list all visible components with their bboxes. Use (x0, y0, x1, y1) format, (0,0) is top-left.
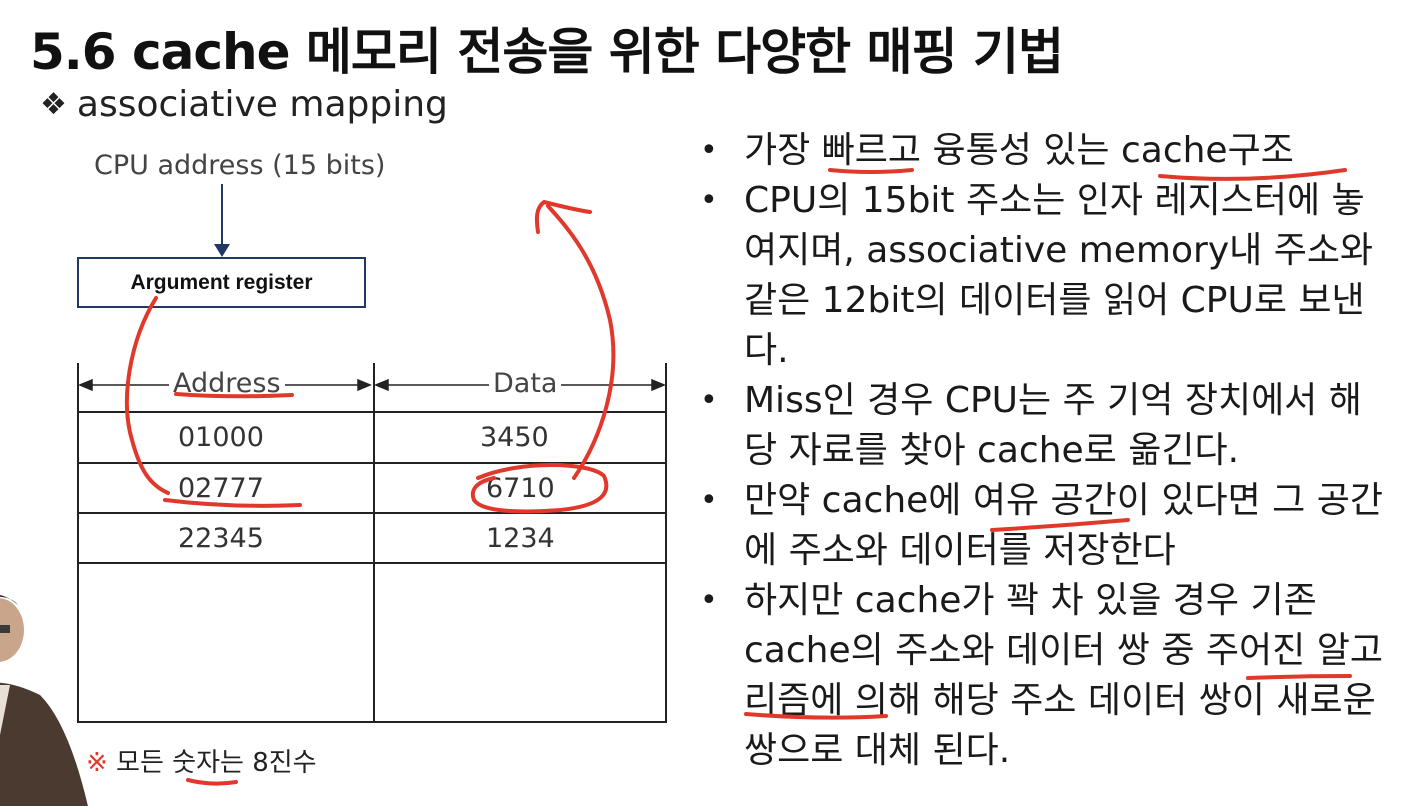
note-text: 모든 숫자는 8진수 (107, 748, 317, 778)
bullet-text: 하지만 cache가 꽉 차 있을 경우 기존 cache의 주소와 데이터 쌍… (744, 580, 1383, 771)
bullet-dot-icon: • (700, 133, 718, 168)
underline-number (186, 778, 238, 786)
bullet-item: • Miss인 경우 CPU는 주 기억 장치에서 해당 자료를 찾아 cache… (690, 376, 1390, 476)
address-cell: 01000 (178, 422, 264, 453)
bullet-text: 가장 빠르고 융통성 있는 cache구조 (744, 130, 1294, 171)
bullet-list: • 가장 빠르고 융통성 있는 cache구조 • CPU의 15bit 주소는 인… (690, 126, 1390, 776)
slide-subtitle: ❖ associative mapping (40, 84, 448, 125)
cpu-address-label: CPU address (15 bits) (94, 150, 386, 181)
subtitle-text: associative mapping (76, 84, 448, 125)
argument-register-box: Argument register (77, 257, 366, 308)
table-column-divider (373, 363, 375, 723)
data-cell: 1234 (486, 523, 555, 554)
bullet-text: CPU의 15bit 주소는 인자 레지스터에 놓여지며, associativ… (744, 180, 1374, 371)
diamond-bullet-icon: ❖ (40, 87, 67, 122)
bullet-item: • 만약 cache에 여유 공간이 있다면 그 공간에 주소와 데이터를 저장한… (690, 476, 1390, 576)
data-cell: 6710 (486, 473, 555, 504)
slide-title: 5.6 cache 메모리 전송을 위한 다양한 매핑 기법 (30, 23, 1064, 81)
table-row-rule (77, 462, 667, 464)
table-header-rule (77, 411, 667, 413)
bullet-item: • CPU의 15bit 주소는 인자 레지스터에 놓여지며, associati… (690, 176, 1390, 376)
down-arrow-icon (214, 244, 230, 257)
lecture-slide: 5.6 cache 메모리 전송을 위한 다양한 매핑 기법 ❖ associat… (0, 0, 1414, 806)
table-bottom-border (77, 721, 667, 723)
data-cell: 3450 (480, 422, 549, 453)
bullet-item: • 하지만 cache가 꽉 차 있을 경우 기존 cache의 주소와 데이터 … (690, 576, 1390, 776)
table-right-border (665, 363, 667, 723)
octal-note: ※ 모든 숫자는 8진수 (86, 742, 317, 779)
data-column-header: Data (489, 368, 562, 399)
argument-register-label: Argument register (130, 270, 313, 294)
arrow-head-stroke (534, 200, 592, 234)
address-cell: 02777 (178, 473, 264, 504)
bullet-dot-icon: • (700, 383, 718, 418)
table-row-rule (77, 512, 667, 514)
bullet-dot-icon: • (700, 583, 718, 618)
address-column-header: Address (169, 368, 285, 399)
bullet-dot-icon: • (700, 483, 718, 518)
address-cell: 22345 (178, 523, 264, 554)
curved-arrow-data-to-cpu (546, 204, 616, 480)
presenter-video-icon (0, 594, 88, 806)
bullet-text: 만약 cache에 여유 공간이 있다면 그 공간에 주소와 데이터를 저장한다 (744, 480, 1383, 571)
bullet-dot-icon: • (700, 183, 718, 218)
down-arrow-shaft (221, 184, 223, 246)
table-row-rule (77, 562, 667, 564)
bullet-text: Miss인 경우 CPU는 주 기억 장치에서 해당 자료를 찾아 cache로… (744, 380, 1362, 471)
bullet-item: • 가장 빠르고 융통성 있는 cache구조 (690, 126, 1390, 176)
